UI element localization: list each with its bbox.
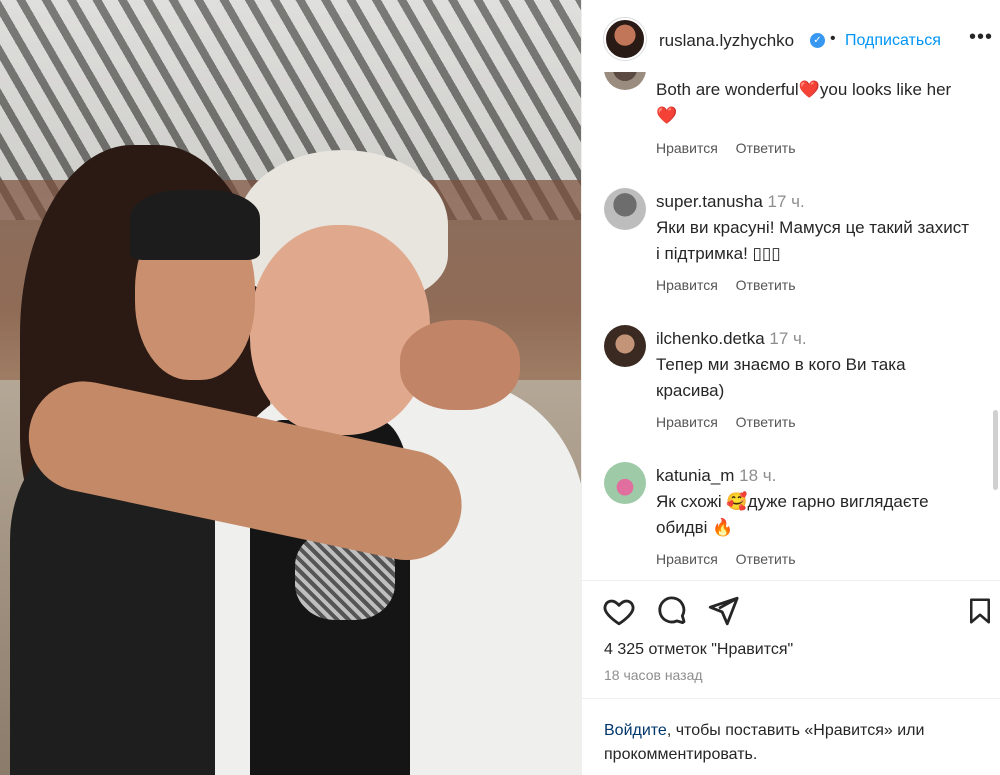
comment-time: 18 ч.: [739, 466, 777, 485]
comment-text: ilchenko.detka 17 ч. Тепер ми знаємо в к…: [656, 326, 976, 404]
follow-button[interactable]: Подписаться: [845, 32, 941, 50]
divider: [582, 698, 1000, 699]
comment-like-button[interactable]: Нравится: [656, 551, 718, 567]
comment-avatar[interactable]: [604, 72, 646, 90]
comment-username[interactable]: ilchenko.detka: [656, 329, 765, 348]
login-prompt: Войдите, чтобы поставить «Нравится» или …: [604, 719, 984, 767]
comment-actions: Нравится Ответить: [656, 277, 810, 293]
comment-avatar[interactable]: [604, 325, 646, 367]
post-action-bar: [582, 594, 1000, 630]
header-separator: •: [830, 30, 836, 47]
author-username[interactable]: ruslana.lyzhychko: [659, 31, 794, 51]
woman-right-face: [250, 225, 430, 435]
comments-scrollbar[interactable]: [993, 410, 998, 490]
bookmark-icon[interactable]: [965, 594, 999, 628]
comment-avatar[interactable]: [604, 462, 646, 504]
comment-reply-button[interactable]: Ответить: [736, 277, 796, 293]
headband: [130, 190, 260, 260]
comment-like-button[interactable]: Нравится: [656, 277, 718, 293]
share-icon[interactable]: [706, 594, 740, 628]
comment-text: Both are wonderful❤️you looks like her ❤…: [656, 80, 952, 125]
comment-reply-button[interactable]: Ответить: [736, 551, 796, 567]
hand: [400, 320, 520, 410]
post-photo[interactable]: [0, 0, 581, 775]
more-options-icon[interactable]: •••: [969, 26, 993, 49]
comment-time: 17 ч.: [769, 329, 807, 348]
comment-body: Яки ви красуні! Мамуся це такий захист і…: [656, 218, 970, 263]
comment-like-button[interactable]: Нравится: [656, 414, 718, 430]
author-avatar[interactable]: [604, 18, 646, 60]
likes-count[interactable]: 4 325 отметок "Нравится": [604, 641, 793, 659]
comment-actions: Нравится Ответить: [656, 414, 810, 430]
comment-text: katunia_m 18 ч. Як схожі 🥰дуже гарно виг…: [656, 463, 976, 541]
comment-actions: Нравится Ответить: [656, 140, 810, 156]
comment-reply-button[interactable]: Ответить: [736, 414, 796, 430]
divider: [582, 580, 1000, 581]
heart-icon[interactable]: [602, 594, 636, 628]
comment-username[interactable]: super.tanusha: [656, 192, 763, 211]
post-sidebar: ruslana.lyzhychko ✓ • Подписаться ••• Bo…: [581, 0, 1000, 775]
comment-reply-button[interactable]: Ответить: [736, 140, 796, 156]
comment-like-button[interactable]: Нравится: [656, 140, 718, 156]
comments-list[interactable]: Both are wonderful❤️you looks like her ❤…: [582, 72, 1000, 580]
login-link[interactable]: Войдите: [604, 722, 667, 739]
comment-avatar[interactable]: [604, 188, 646, 230]
comment-body: Як схожі 🥰дуже гарно виглядаєте обидві 🔥: [656, 492, 929, 537]
comment-body: Тепер ми знаємо в кого Ви така красива): [656, 355, 906, 400]
comment-username[interactable]: katunia_m: [656, 466, 734, 485]
comment-text: super.tanusha 17 ч. Яки ви красуні! Маму…: [656, 189, 976, 267]
comment-time: 17 ч.: [767, 192, 805, 211]
verified-badge-icon: ✓: [810, 33, 825, 48]
comment-actions: Нравится Ответить: [656, 551, 810, 567]
post-header: ruslana.lyzhychko ✓ • Подписаться •••: [582, 0, 1000, 80]
comment-icon[interactable]: [655, 594, 689, 628]
post-timestamp[interactable]: 18 часов назад: [604, 667, 703, 683]
